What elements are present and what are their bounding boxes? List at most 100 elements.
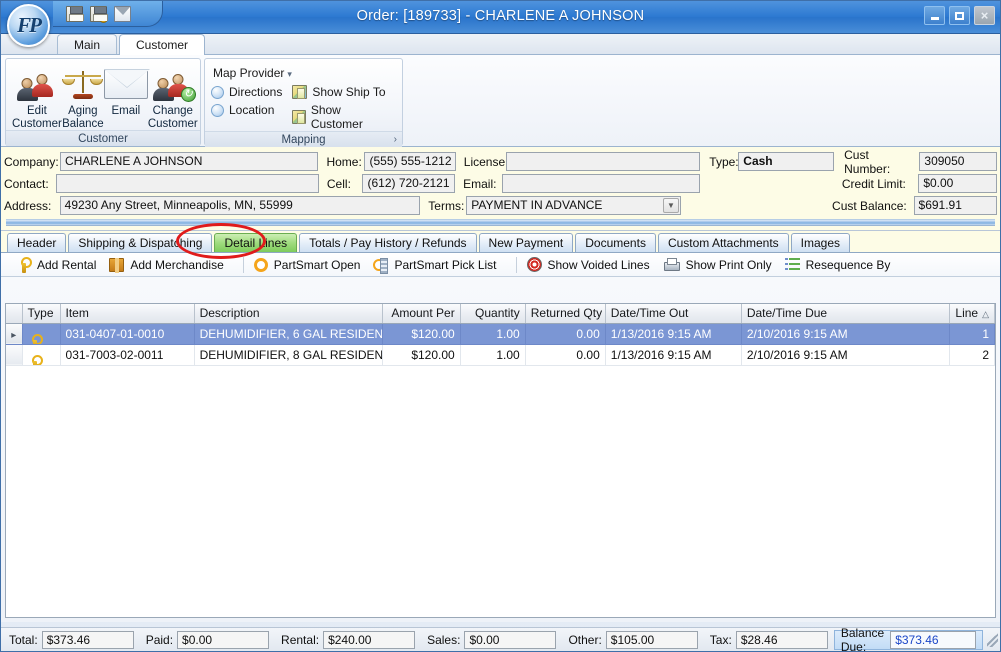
cell-type	[22, 323, 61, 345]
cell-date-time-due[interactable]: 2/10/2016 9:15 AM	[741, 344, 950, 366]
detail-lines-grid[interactable]: Type Item Description Amount Per Quantit…	[5, 303, 996, 618]
column-header-date-time-out[interactable]: Date/Time Out	[605, 304, 742, 324]
cell-description[interactable]: DEHUMIDIFIER, 6 GAL RESIDENTAL	[194, 323, 383, 345]
column-header-line[interactable]: Line △	[949, 304, 995, 324]
column-header-amount-per[interactable]: Amount Per	[382, 304, 461, 324]
close-button[interactable]: ×	[974, 6, 995, 25]
form-row-2: Contact: Cell: (612) 720-2121 Email: Cre…	[4, 173, 998, 194]
save-icon[interactable]	[66, 5, 84, 22]
column-header-line-label: Line	[955, 306, 979, 321]
cust-balance-field[interactable]: $691.91	[913, 196, 998, 215]
credit-limit-field[interactable]: $0.00	[918, 174, 998, 193]
show-voided-lines-label: Show Voided Lines	[547, 257, 650, 272]
cust-balance-label: Cust Balance:	[832, 198, 907, 213]
row-indicator	[6, 344, 23, 366]
column-header-item[interactable]: Item	[60, 304, 195, 324]
cell-amount-per[interactable]: $120.00	[382, 344, 461, 366]
resize-grip-icon[interactable]	[987, 632, 998, 647]
address-field[interactable]: 49230 Any Street, Minneapolis, MN, 55999	[59, 196, 421, 215]
radio-orb-icon	[211, 85, 224, 99]
email-button-label: Email	[111, 105, 141, 117]
resequence-by-button[interactable]: Resequence By	[783, 254, 902, 276]
cell-line[interactable]: 1	[949, 323, 995, 345]
partsmart-pick-list-button[interactable]: PartSmart Pick List	[371, 254, 507, 276]
show-print-only-button[interactable]: Show Print Only	[661, 254, 783, 276]
partsmart-pick-list-label: PartSmart Pick List	[394, 257, 497, 272]
tab-totals-pay-history-refunds[interactable]: Totals / Pay History / Refunds	[299, 233, 477, 252]
cell-returned-qty[interactable]: 0.00	[525, 323, 606, 345]
other-value: $105.00	[605, 630, 698, 649]
paid-label: Paid:	[145, 632, 174, 647]
sales-value: $0.00	[464, 630, 557, 649]
people-change-icon: ↻	[152, 66, 196, 102]
tab-documents[interactable]: Documents	[575, 233, 656, 252]
maximize-button[interactable]	[949, 6, 970, 25]
cell-quantity[interactable]: 1.00	[460, 323, 526, 345]
tab-shipping-dispatching[interactable]: Shipping & Dispatching	[68, 233, 213, 252]
tab-images[interactable]: Images	[790, 233, 851, 252]
cell-date-time-out[interactable]: 1/13/2016 9:15 AM	[605, 344, 742, 366]
add-merchandise-label: Add Merchandise	[130, 257, 224, 272]
cell-date-time-out[interactable]: 1/13/2016 9:15 AM	[605, 323, 742, 345]
show-ship-to-button[interactable]: Show Ship To	[292, 85, 396, 99]
cell-description[interactable]: DEHUMIDIFIER, 8 GAL RESIDENTAL	[194, 344, 383, 366]
add-merchandise-button[interactable]: Add Merchandise	[107, 254, 234, 276]
save-as-icon[interactable]	[90, 5, 108, 23]
map-provider-dropdown[interactable]: Map Provider ▾	[211, 64, 396, 85]
dialog-launcher-icon[interactable]: ›	[394, 132, 397, 148]
tab-header[interactable]: Header	[7, 233, 67, 252]
aging-balance-button[interactable]: Aging Balance	[61, 63, 104, 130]
other-label: Other:	[568, 632, 602, 647]
tab-new-payment[interactable]: New Payment	[478, 233, 574, 252]
ribbon-group-mapping-title: Mapping ›	[205, 131, 402, 147]
table-row[interactable]: ▸ 031-0407-01-0010 DEHUMIDIFIER, 6 GAL R…	[6, 323, 995, 345]
email-field[interactable]	[502, 174, 700, 193]
show-voided-lines-button[interactable]: Show Voided Lines	[525, 254, 661, 276]
cell-line[interactable]: 2	[949, 344, 995, 366]
splitter-bar[interactable]	[6, 219, 995, 226]
column-header-quantity[interactable]: Quantity	[460, 304, 526, 324]
column-header-returned-qty[interactable]: Returned Qty	[525, 304, 606, 324]
email-button[interactable]: Email	[103, 63, 150, 130]
add-rental-button[interactable]: Add Rental	[15, 254, 107, 276]
column-header-date-time-due[interactable]: Date/Time Due	[741, 304, 950, 324]
column-header-type[interactable]: Type	[22, 304, 61, 324]
cell-quantity[interactable]: 1.00	[460, 344, 526, 366]
company-field[interactable]: CHARLENE A JOHNSON	[60, 152, 319, 171]
email-icon[interactable]	[114, 5, 131, 22]
cell-returned-qty[interactable]: 0.00	[525, 344, 606, 366]
toolbar-separator	[242, 256, 244, 273]
contact-field[interactable]	[56, 174, 319, 193]
ribbon-tab-customer[interactable]: Customer	[119, 34, 206, 55]
license-field[interactable]	[505, 152, 701, 171]
tab-detail-lines[interactable]: Detail Lines	[214, 233, 298, 252]
chevron-down-icon: ▾	[287, 69, 292, 79]
cell-date-time-due[interactable]: 2/10/2016 9:15 AM	[741, 323, 950, 345]
change-customer-label-2: Customer	[147, 117, 198, 130]
ring-icon	[253, 257, 268, 272]
change-customer-button[interactable]: ↻ Change Customer	[148, 63, 198, 130]
home-phone-field[interactable]: (555) 555-1212	[364, 152, 456, 171]
show-customer-button[interactable]: Show Customer	[292, 103, 396, 131]
total-value: $373.46	[41, 630, 134, 649]
table-row[interactable]: 031-7003-02-0011 DEHUMIDIFIER, 8 GAL RES…	[6, 344, 995, 366]
toolbar-separator	[515, 256, 517, 273]
location-option[interactable]: Location	[211, 103, 292, 117]
column-header-description[interactable]: Description	[194, 304, 383, 324]
partsmart-open-button[interactable]: PartSmart Open	[252, 254, 372, 276]
tab-custom-attachments[interactable]: Custom Attachments	[657, 233, 789, 252]
cell-item[interactable]: 031-7003-02-0011	[60, 344, 195, 366]
close-icon: ×	[980, 8, 989, 23]
chevron-down-icon[interactable]: ▼	[663, 198, 679, 213]
cell-item[interactable]: 031-0407-01-0010	[60, 323, 195, 345]
edit-customer-button[interactable]: Edit Customer	[12, 63, 62, 130]
terms-field[interactable]: PAYMENT IN ADVANCE ▼	[466, 196, 681, 215]
minimize-button[interactable]	[924, 6, 945, 25]
cust-number-field[interactable]: 309050	[919, 152, 997, 171]
cell-amount-per[interactable]: $120.00	[382, 323, 461, 345]
directions-option[interactable]: Directions	[211, 85, 292, 99]
ribbon-tab-main[interactable]: Main	[57, 34, 118, 54]
cell-phone-field[interactable]: (612) 720-2121	[362, 174, 456, 193]
people-icon	[16, 66, 57, 102]
type-field[interactable]: Cash	[738, 152, 835, 171]
